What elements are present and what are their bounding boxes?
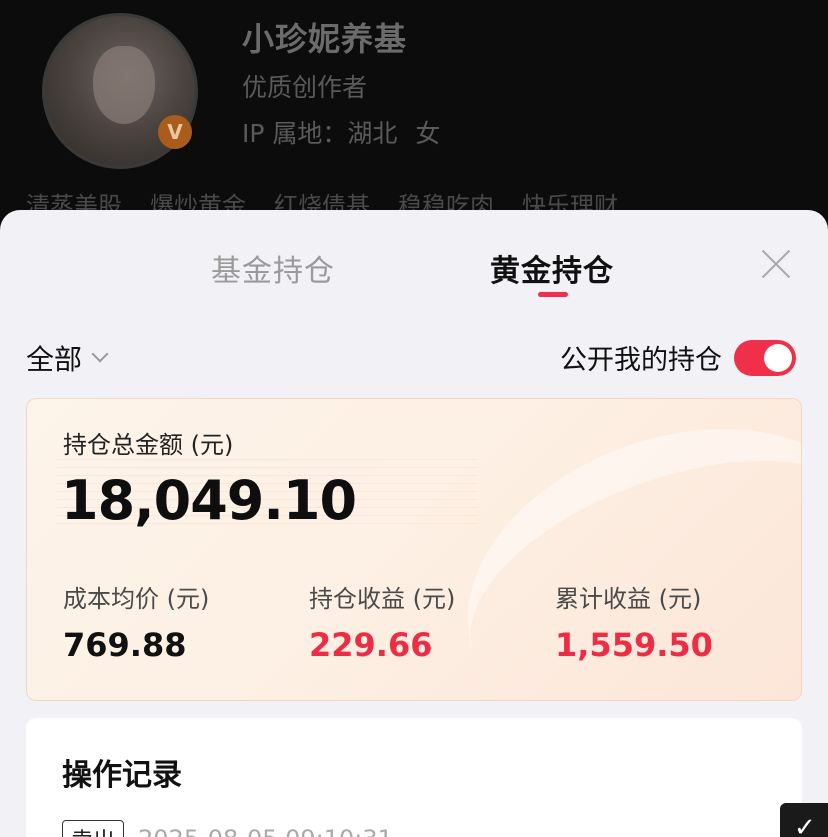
tab-gold-holdings[interactable]: 黄金持仓 (490, 246, 614, 290)
profile-header: V 小珍妮养基 优质创作者 IP 属地：湖北 女 清蒸美股 爆炒黄金 红烧债基 … (0, 0, 828, 230)
cost-average-value: 769.88 (63, 626, 187, 664)
toggle-knob (764, 343, 792, 372)
profile-role: 优质创作者 (242, 73, 368, 102)
gender: 女 (415, 119, 441, 148)
records-title: 操作记录 (62, 758, 182, 793)
record-type-badge: 卖出 (62, 820, 125, 837)
holding-profit-value: 229.66 (309, 626, 433, 664)
holdings-sheet: 基金持仓 黄金持仓 全部 公开我的持仓 持仓总金额 (元) 18,049.10 … (0, 210, 828, 837)
profile-meta: IP 属地：湖北 女 (242, 114, 450, 150)
holding-profit-label: 持仓收益 (元) (309, 585, 456, 613)
public-holdings-label: 公开我的持仓 (560, 345, 722, 376)
cumulative-profit-label: 累计收益 (元) (555, 585, 702, 613)
public-holdings-setting: 公开我的持仓 (560, 338, 796, 377)
list-item[interactable]: 卖出 2025-08-05 09:10:31 (62, 820, 393, 837)
cumulative-profit: 累计收益 (元) 1,559.50 (555, 579, 713, 664)
record-time: 2025-08-05 09:10:31 (138, 825, 393, 837)
chevron-down-icon (91, 345, 109, 363)
holdings-tabs: 基金持仓 黄金持仓 (0, 246, 828, 306)
active-tab-indicator (538, 292, 568, 297)
public-holdings-toggle[interactable] (734, 339, 796, 376)
cumulative-profit-value: 1,559.50 (555, 626, 713, 664)
avatar-photo (93, 46, 155, 124)
total-amount-label: 持仓总金额 (元) (63, 431, 234, 459)
ip-location: IP 属地：湖北 (242, 119, 398, 148)
total-amount-value: 18,049.10 (61, 469, 357, 532)
filter-dropdown[interactable]: 全部 (26, 338, 109, 378)
floating-edit-icon[interactable]: ✓ (780, 803, 828, 837)
cost-average: 成本均价 (元) 769.88 (63, 579, 209, 664)
operation-records-card: 操作记录 卖出 2025-08-05 09:10:31 (26, 718, 802, 837)
cost-average-label: 成本均价 (元) (63, 585, 210, 613)
holding-profit: 持仓收益 (元) 229.66 (309, 579, 455, 664)
holdings-summary-card: 持仓总金额 (元) 18,049.10 成本均价 (元) 769.88 持仓收益… (26, 398, 802, 701)
verified-badge-icon: V (158, 115, 192, 149)
profile-name: 小珍妮养基 (242, 20, 408, 58)
filter-label: 全部 (26, 343, 83, 376)
close-icon[interactable] (760, 248, 792, 280)
tab-fund-holdings[interactable]: 基金持仓 (211, 246, 335, 290)
